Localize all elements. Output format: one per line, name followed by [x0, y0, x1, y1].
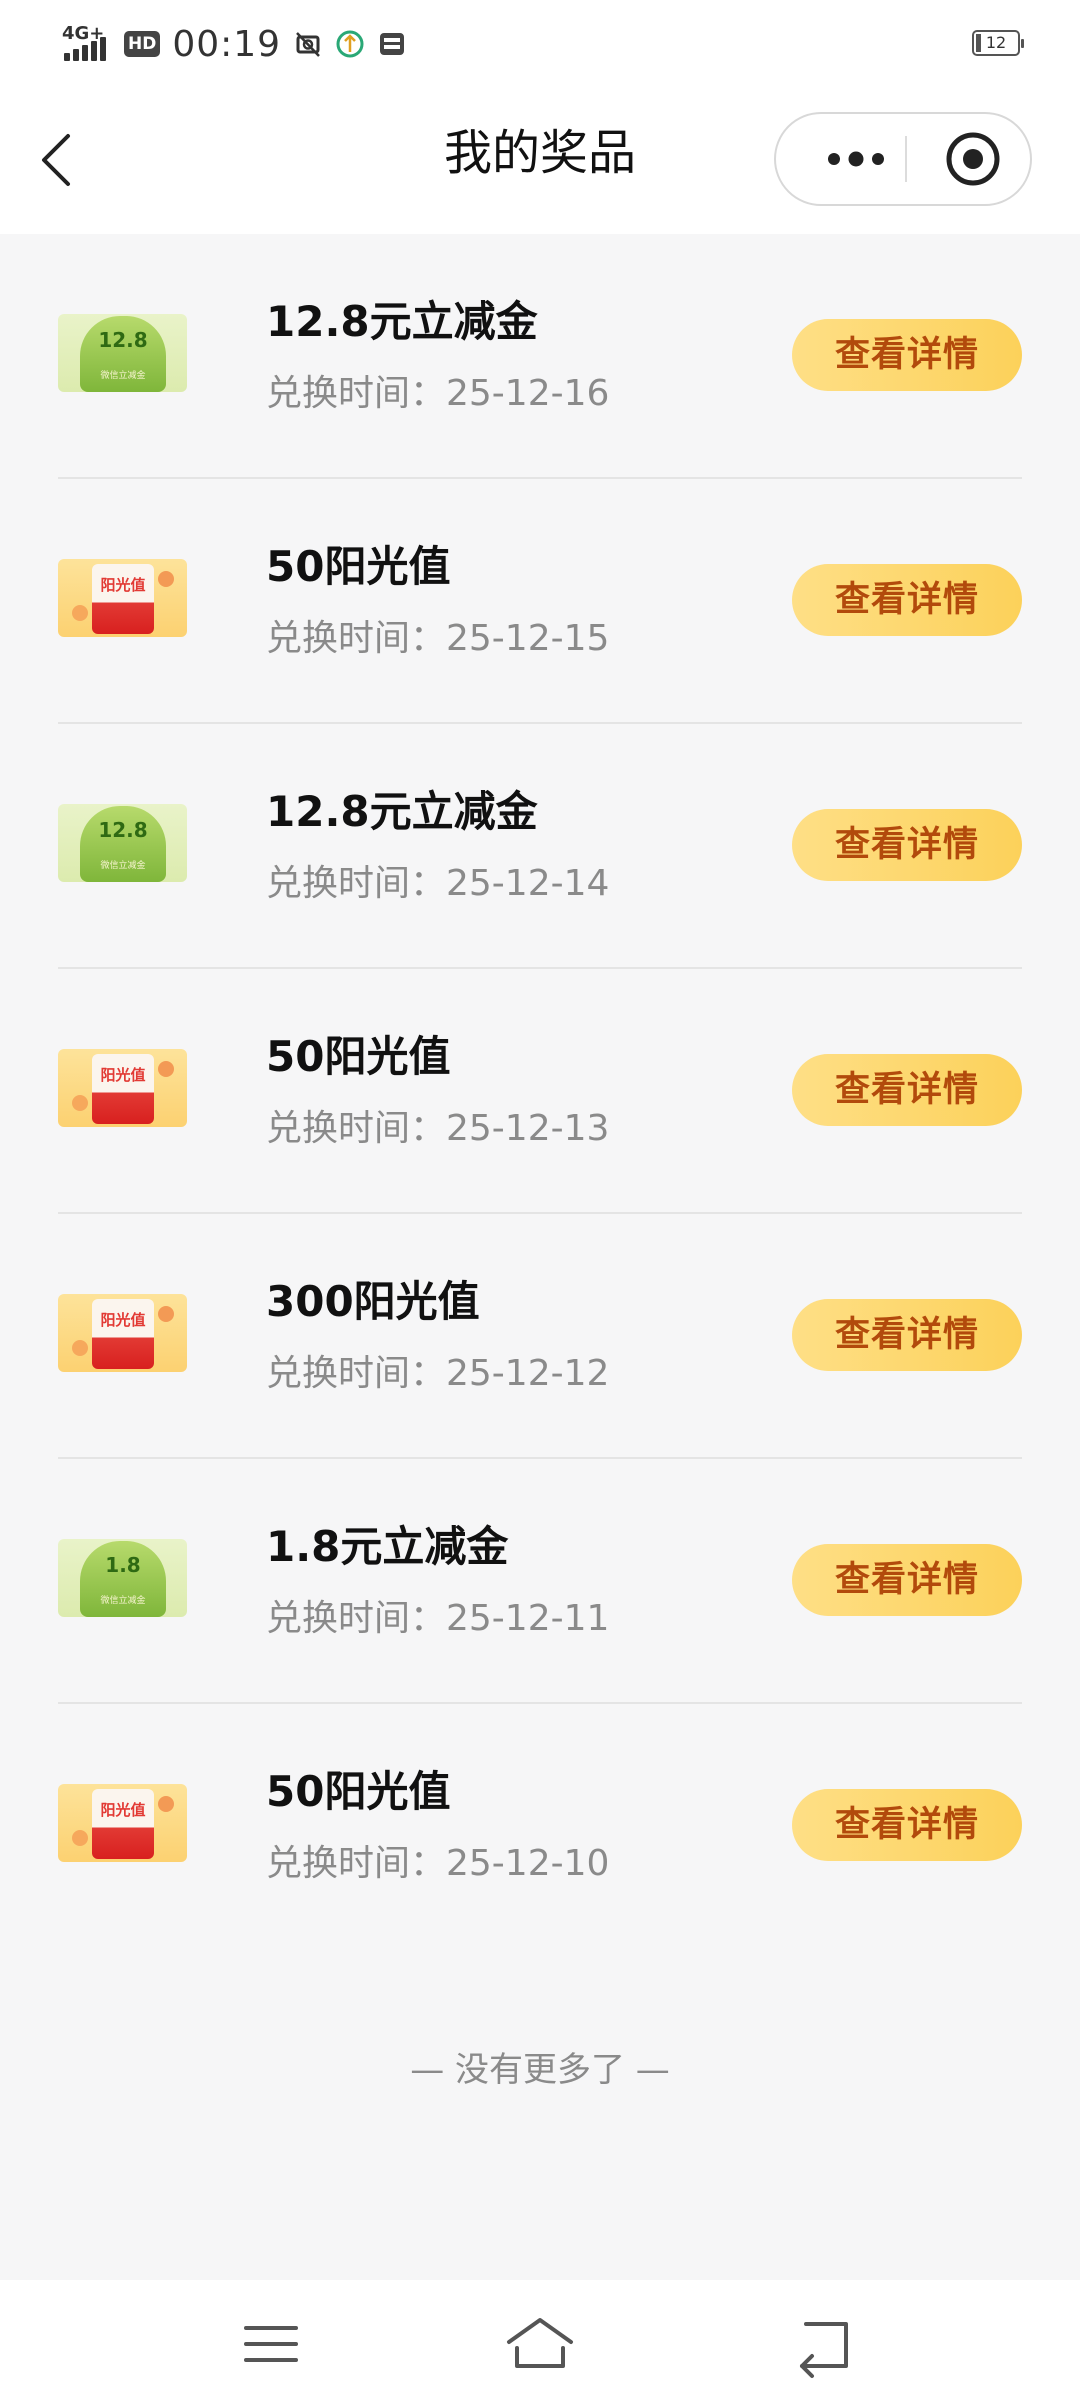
- coupon-card: 1.8 微信立减金: [80, 1541, 166, 1617]
- prize-name: 50阳光值: [266, 1032, 451, 1081]
- status-bar: 4G+ HD 00:19 12: [0, 0, 1080, 90]
- decoration-dot: [158, 571, 174, 587]
- navigation-bar: [0, 2280, 1080, 2408]
- decoration-dot: [72, 605, 88, 621]
- prize-name: 12.8元立减金: [266, 787, 538, 836]
- decoration-dot: [72, 1340, 88, 1356]
- screenshot-off-icon: [296, 32, 320, 57]
- sunshine-card: 阳光值: [92, 564, 154, 634]
- redeem-date: 兑换时间：25-12-16: [266, 373, 610, 414]
- redeem-date: 兑换时间：25-12-10: [266, 1843, 610, 1884]
- app-notification-icon: [336, 30, 364, 58]
- prize-item: 12.8 微信立减金 12.8元立减金兑换时间：25-12-16 查看详情: [0, 234, 1080, 479]
- view-details-button[interactable]: 查看详情: [792, 809, 1022, 881]
- sunshine-card: 阳光值: [92, 1789, 154, 1859]
- signal-icon: 4G+: [62, 23, 112, 63]
- decoration-dot: [158, 1306, 174, 1322]
- status-left: 4G+ HD 00:19: [62, 22, 407, 66]
- title-bar: 我的奖品: [0, 90, 1080, 234]
- coupon-amount: 1.8: [105, 1553, 141, 1577]
- home-icon[interactable]: [495, 2302, 585, 2386]
- prize-name: 50阳光值: [266, 1767, 451, 1816]
- coupon-thumbnail: 12.8 微信立减金: [58, 314, 187, 392]
- prize-name: 300阳光值: [266, 1277, 480, 1326]
- decoration-dot: [158, 1061, 174, 1077]
- prize-item: 12.8 微信立减金 12.8元立减金兑换时间：25-12-14 查看详情: [0, 724, 1080, 969]
- view-details-button[interactable]: 查看详情: [792, 1054, 1022, 1126]
- view-details-button[interactable]: 查看详情: [792, 564, 1022, 636]
- redeem-date: 兑换时间：25-12-13: [266, 1108, 610, 1149]
- view-details-button[interactable]: 查看详情: [792, 319, 1022, 391]
- view-details-button[interactable]: 查看详情: [792, 1789, 1022, 1861]
- back-arrow-icon[interactable]: [780, 2302, 870, 2386]
- sunshine-thumbnail: 阳光值: [58, 1784, 187, 1862]
- sunshine-label: 阳光值: [100, 1311, 146, 1329]
- prize-item: 1.8 微信立减金 1.8元立减金兑换时间：25-12-11 查看详情: [0, 1459, 1080, 1704]
- sunshine-thumbnail: 阳光值: [58, 1049, 187, 1127]
- capsule-divider: [905, 136, 907, 182]
- prize-list: 12.8 微信立减金 12.8元立减金 兑换时间：25-12-16 查看详情 阳光值 50阳…: [0, 234, 1080, 1949]
- coupon-thumbnail: 1.8 微信立减金: [58, 1539, 187, 1617]
- decoration-dot: [72, 1095, 88, 1111]
- redeem-date: 兑换时间：25-12-12: [266, 1353, 610, 1394]
- redeem-date: 兑换时间：25-12-11: [266, 1598, 610, 1639]
- sunshine-label: 阳光值: [100, 1066, 146, 1084]
- target-circle-icon[interactable]: [936, 114, 1010, 204]
- decoration-dot: [158, 1796, 174, 1812]
- redeem-date: 兑换时间：25-12-14: [266, 863, 610, 904]
- view-details-button[interactable]: 查看详情: [792, 1544, 1022, 1616]
- battery-level: 12: [985, 33, 1007, 52]
- sunshine-label: 阳光值: [100, 1801, 146, 1819]
- prize-item: 阳光值 50阳光值兑换时间：25-12-13 查看详情: [0, 969, 1080, 1214]
- more-dots-icon[interactable]: [812, 114, 900, 204]
- battery-icon: 12: [972, 30, 1024, 56]
- sunshine-thumbnail: 阳光值: [58, 559, 187, 637]
- sunshine-card: 阳光值: [92, 1054, 154, 1124]
- prize-item: 阳光值 50阳光值兑换时间：25-12-10 查看详情: [0, 1704, 1080, 1949]
- coupon-card: 12.8 微信立减金: [80, 806, 166, 882]
- sunshine-card: 阳光值: [92, 1299, 154, 1369]
- redeem-date: 兑换时间：25-12-15: [266, 618, 610, 659]
- prize-name: 1.8元立减金: [266, 1522, 509, 1571]
- prize-item: 阳光值 300阳光值兑换时间：25-12-12 查看详情: [0, 1214, 1080, 1459]
- hd-badge: HD: [124, 31, 161, 57]
- sim-card-icon: [380, 33, 405, 55]
- view-details-button[interactable]: 查看详情: [792, 1299, 1022, 1371]
- menu-capsule: [774, 112, 1032, 206]
- coupon-subtitle: 微信立减金: [100, 1596, 146, 1606]
- end-of-list-text: — 没有更多了 —: [410, 2050, 670, 2090]
- network-type: 4G+: [62, 23, 105, 44]
- coupon-thumbnail: 12.8 微信立减金: [58, 804, 187, 882]
- sunshine-label: 阳光值: [100, 576, 146, 594]
- prize-name: 12.8元立减金: [266, 297, 538, 346]
- status-time: 00:19: [172, 23, 282, 65]
- menu-lines-icon[interactable]: [226, 2302, 316, 2386]
- prize-item: 阳光值 50阳光值兑换时间：25-12-15 查看详情: [0, 479, 1080, 724]
- decoration-dot: [72, 1830, 88, 1846]
- coupon-amount: 12.8: [98, 328, 148, 352]
- coupon-card: 12.8 微信立减金: [80, 316, 166, 392]
- coupon-amount: 12.8: [98, 818, 148, 842]
- prize-name: 50阳光值: [266, 542, 451, 591]
- coupon-subtitle: 微信立减金: [100, 861, 146, 871]
- coupon-subtitle: 微信立减金: [100, 371, 146, 381]
- sunshine-thumbnail: 阳光值: [58, 1294, 187, 1372]
